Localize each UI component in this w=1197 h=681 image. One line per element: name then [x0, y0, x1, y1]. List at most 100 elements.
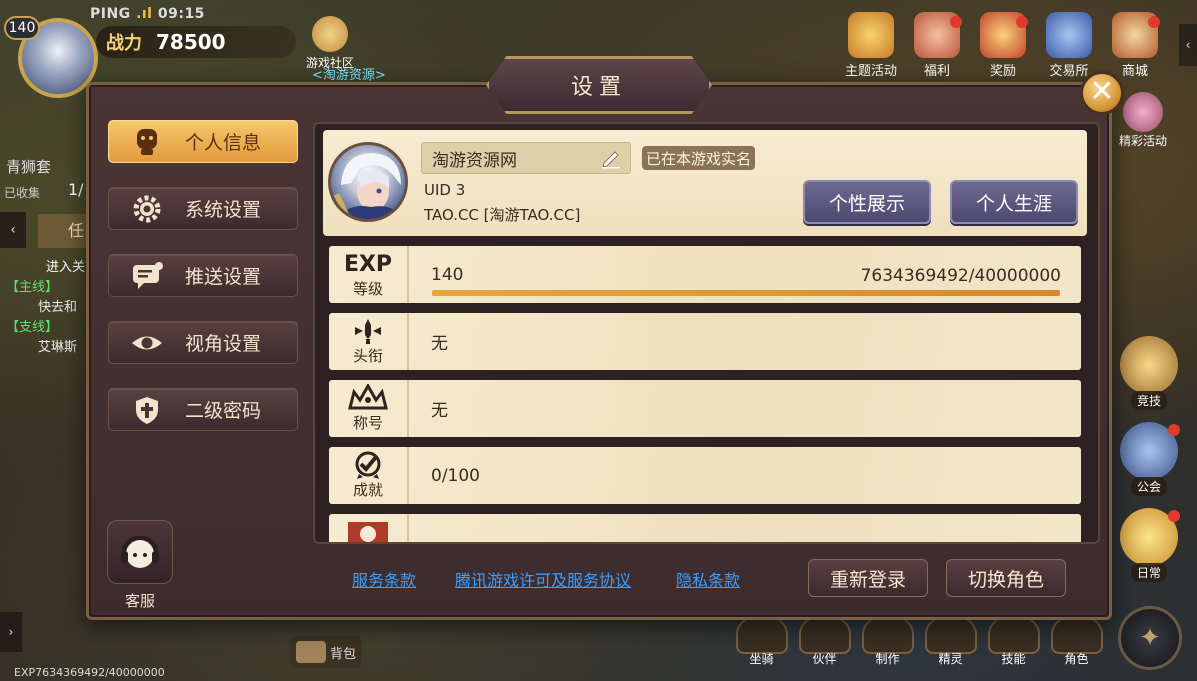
theme-event-button[interactable]: 主题活动: [840, 12, 902, 79]
pencil-edit-icon[interactable]: [600, 147, 622, 169]
signal-icon: .ıl: [136, 6, 153, 22]
notification-dot: [950, 16, 962, 28]
theme-event-label: 主题活动: [844, 64, 897, 79]
terms-of-service-link[interactable]: 服务条款: [352, 567, 416, 591]
collapse-right-icon[interactable]: ‹: [1179, 24, 1197, 66]
clock-time: 09:15: [157, 6, 205, 22]
notification-dot: [1168, 510, 1180, 522]
rewards-label: 奖励: [989, 64, 1016, 79]
title-label: 头衔: [352, 347, 383, 365]
lightning-icon: [987, 614, 1040, 654]
compass-icon[interactable]: ✦: [1118, 606, 1182, 670]
close-button[interactable]: ✕: [1080, 71, 1124, 115]
daily-button[interactable]: 日常: [1116, 508, 1182, 582]
skill-label: 技能: [1001, 652, 1026, 666]
exp-icon: EXP: [343, 251, 393, 277]
partner-button[interactable]: 伙伴: [797, 614, 852, 667]
headset-icon: [121, 535, 159, 568]
achievement-row: 成就 0/100: [329, 447, 1081, 504]
quest-tracker[interactable]: 进入关 【主线】 快去和 【支线】 艾琳斯: [6, 258, 96, 358]
character-button[interactable]: 角色: [1049, 614, 1104, 667]
spirit-button[interactable]: 精灵: [923, 614, 978, 667]
community-sub-label: <淘游资源>: [312, 68, 386, 83]
arena-button[interactable]: 竞技: [1116, 336, 1182, 410]
extra-row: 无: [329, 514, 1081, 542]
game-community-button[interactable]: 游戏社区 <淘游资源>: [302, 16, 386, 83]
achievement-value: 0/100: [431, 465, 480, 486]
menu-secondary-password-label: 二级密码: [185, 400, 262, 422]
mount-button[interactable]: 坐骑: [734, 614, 789, 667]
welfare-button[interactable]: 福利: [906, 12, 968, 79]
honor-badge: 称号: [329, 380, 409, 437]
menu-system-settings[interactable]: 系统设置: [108, 187, 298, 230]
stats-list[interactable]: EXP 等级 140 7634369492/40000000 头衔 无 称号 无: [323, 242, 1087, 542]
collapse-left-icon[interactable]: ‹: [0, 212, 26, 248]
switch-role-button[interactable]: 切换角色: [946, 559, 1066, 597]
wonderful-event-label: 精彩活动: [1118, 134, 1167, 148]
guild-button[interactable]: 公会: [1116, 422, 1182, 496]
ping-label: PING: [90, 6, 131, 22]
player-name: 淘游资源网: [432, 150, 517, 171]
level-label: 等级: [352, 280, 383, 298]
quest-main[interactable]: 【主线】: [6, 278, 96, 298]
notification-dot: [1016, 16, 1028, 28]
check-badge-icon: [351, 451, 385, 479]
craft-button[interactable]: 制作: [860, 614, 915, 667]
menu-view-settings[interactable]: 视角设置: [108, 321, 298, 364]
profile-avatar[interactable]: [328, 142, 408, 222]
title-row: 头衔 无: [329, 313, 1081, 370]
rewards-button[interactable]: 奖励: [972, 12, 1034, 79]
skill-button[interactable]: 技能: [986, 614, 1041, 667]
player-server: TAO.CC [淘游TAO.CC]: [424, 206, 581, 224]
menu-push-settings[interactable]: 推送设置: [108, 254, 298, 297]
customer-service-label: 客服: [124, 592, 155, 610]
ping-indicator: PING .ıl 09:15: [90, 6, 205, 22]
combat-power-value: 78500: [156, 30, 226, 54]
bag-button[interactable]: 背包: [290, 636, 362, 668]
menu-personal-info[interactable]: 个人信息: [108, 120, 298, 163]
anvil-icon: [861, 614, 914, 654]
realname-verified-badge: 已在本游戏实名: [642, 146, 756, 170]
license-agreement-link[interactable]: 腾讯游戏许可及服务协议: [455, 567, 631, 591]
castle-icon: [1046, 12, 1092, 58]
shop-label: 商城: [1121, 64, 1148, 79]
player-name-field[interactable]: 淘游资源网: [421, 142, 631, 174]
enter-level-text: 进入关: [46, 260, 86, 275]
level-value: 140: [431, 264, 464, 285]
expand-left-icon[interactable]: ›: [0, 612, 22, 652]
chest-icon: [296, 641, 326, 663]
exchange-label: 交易所: [1049, 64, 1089, 79]
personal-showcase-button[interactable]: 个性展示: [803, 180, 931, 224]
achievement-label: 成就: [352, 481, 383, 499]
shield-cross-icon: [127, 394, 167, 426]
sword-icon: [349, 317, 387, 345]
spirit-icon: [924, 614, 977, 654]
spirit-label: 精灵: [938, 652, 963, 666]
trophy-icon: [1120, 336, 1178, 394]
person-icon: [127, 126, 167, 158]
quest-main-text: 快去和: [38, 300, 78, 315]
bottom-function-bar: 坐骑 伙伴 制作 精灵 技能 角色: [734, 614, 1104, 667]
menu-personal-info-label: 个人信息: [185, 132, 262, 154]
exp-progress-bar: [432, 290, 1060, 296]
shop-button[interactable]: 商城: [1104, 12, 1166, 79]
privacy-policy-link[interactable]: 隐私条款: [676, 567, 740, 591]
menu-system-settings-label: 系统设置: [185, 199, 262, 221]
gear-icon: [127, 193, 167, 225]
quest-side[interactable]: 【支线】: [6, 318, 96, 338]
customer-service-button[interactable]: [107, 520, 173, 584]
collect-label: 已收集: [4, 186, 41, 200]
bag-label: 背包: [330, 646, 357, 662]
mount-icon: [735, 614, 788, 654]
eye-icon: [127, 327, 167, 359]
personal-career-button[interactable]: 个人生涯: [950, 180, 1078, 224]
exchange-button[interactable]: 交易所: [1038, 12, 1100, 79]
relogin-button[interactable]: 重新登录: [808, 559, 928, 597]
menu-secondary-password[interactable]: 二级密码: [108, 388, 298, 431]
exp-progress-text: 7634369492/40000000: [860, 266, 1061, 286]
level-badge: EXP 等级: [329, 246, 409, 303]
crown-icon: [346, 384, 390, 412]
partner-label: 伙伴: [812, 652, 837, 666]
arena-label: 竞技: [1130, 391, 1167, 410]
daily-label: 日常: [1130, 563, 1167, 582]
